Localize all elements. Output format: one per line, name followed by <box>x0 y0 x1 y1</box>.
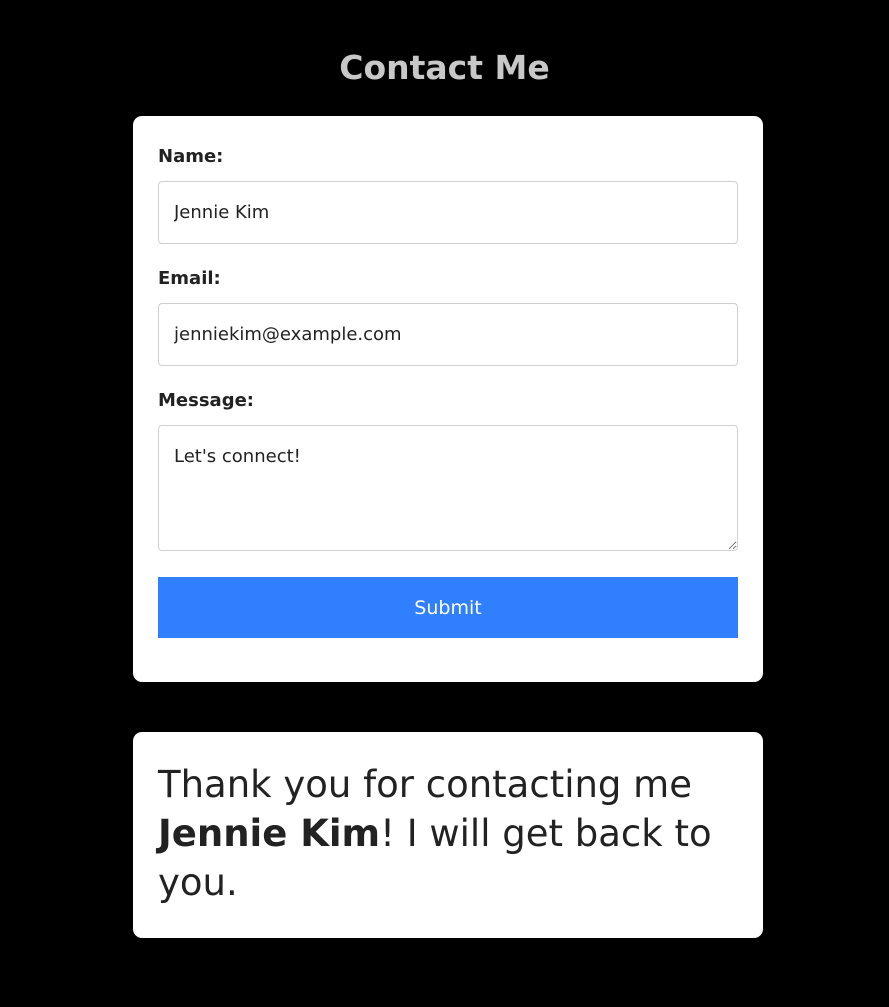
confirmation-prefix: Thank you for contacting me <box>158 763 692 806</box>
message-label: Message: <box>158 390 254 411</box>
email-input[interactable] <box>158 303 738 366</box>
message-textarea[interactable]: Let's connect! <box>158 425 738 551</box>
confirmation-message: Thank you for contacting me Jennie Kim! … <box>158 760 738 907</box>
name-label: Name: <box>158 146 224 167</box>
email-label: Email: <box>158 268 221 289</box>
contact-form: Name: Email: Message: Let's connect! Sub… <box>133 116 763 682</box>
confirmation-name: Jennie Kim <box>158 812 381 855</box>
page-title: Contact Me <box>339 48 550 87</box>
confirmation-card: Thank you for contacting me Jennie Kim! … <box>133 732 763 938</box>
submit-button[interactable]: Submit <box>158 577 738 638</box>
contact-page: Contact Me Name: Email: Message: Let's c… <box>0 0 889 1007</box>
name-input[interactable] <box>158 181 738 244</box>
